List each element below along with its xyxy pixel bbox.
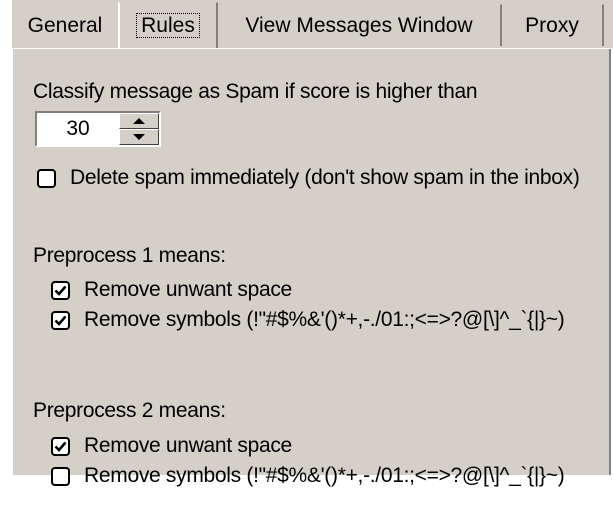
pre2-remove-symbols-label: Remove symbols (!"#$%&'()*+,-./01:;<=>?@… bbox=[84, 464, 565, 487]
delete-spam-option[interactable]: Delete spam immediately (don't show spam… bbox=[37, 165, 580, 191]
pre1-remove-symbols-label: Remove symbols (!"#$%&'()*+,-./01:;<=>?@… bbox=[84, 308, 565, 331]
tab-rules[interactable]: Rules bbox=[118, 2, 218, 48]
tab-view-messages-window[interactable]: View Messages Window bbox=[218, 4, 502, 46]
pre1-remove-space-checkbox[interactable] bbox=[51, 280, 70, 300]
tab-strip: General Rules View Messages Window Proxy bbox=[12, 0, 613, 49]
tab-proxy[interactable]: Proxy bbox=[502, 4, 604, 46]
pre2-remove-symbols-option[interactable]: Remove symbols (!"#$%&'()*+,-./01:;<=>?@… bbox=[51, 463, 565, 489]
spinner-up-button[interactable] bbox=[119, 113, 159, 129]
tab-general[interactable]: General bbox=[12, 4, 120, 46]
arrow-up-icon bbox=[133, 118, 145, 124]
checkmark-icon bbox=[54, 285, 67, 296]
tab-view-messages-window-label: View Messages Window bbox=[245, 14, 473, 37]
delete-spam-label: Delete spam immediately (don't show spam… bbox=[70, 166, 580, 189]
rules-panel: Classify message as Spam if score is hig… bbox=[12, 49, 611, 487]
spam-threshold-value[interactable]: 30 bbox=[37, 113, 119, 145]
pre1-remove-space-option[interactable]: Remove unwant space bbox=[51, 277, 292, 303]
pre2-remove-space-label: Remove unwant space bbox=[84, 434, 292, 457]
tab-general-label: General bbox=[27, 14, 103, 37]
preprocess-2-heading: Preprocess 2 means: bbox=[33, 399, 226, 422]
options-dialog: General Rules View Messages Window Proxy… bbox=[0, 0, 613, 505]
pre2-remove-space-checkbox[interactable] bbox=[51, 436, 70, 456]
preprocess-1-heading: Preprocess 1 means: bbox=[33, 244, 226, 267]
checkmark-icon bbox=[54, 441, 67, 452]
classify-label: Classify message as Spam if score is hig… bbox=[33, 80, 478, 103]
pre1-remove-symbols-checkbox[interactable] bbox=[51, 310, 70, 330]
tab-proxy-label: Proxy bbox=[525, 14, 579, 37]
pre2-remove-space-option[interactable]: Remove unwant space bbox=[51, 433, 292, 459]
pre1-remove-symbols-option[interactable]: Remove symbols (!"#$%&'()*+,-./01:;<=>?@… bbox=[51, 307, 565, 333]
pre2-remove-symbols-checkbox[interactable] bbox=[51, 466, 70, 486]
checkmark-icon bbox=[54, 315, 67, 326]
tab-rules-label: Rules bbox=[136, 13, 200, 38]
spinner-buttons bbox=[119, 113, 159, 145]
delete-spam-checkbox[interactable] bbox=[37, 168, 56, 188]
spinner-down-button[interactable] bbox=[119, 129, 159, 145]
arrow-down-icon bbox=[133, 134, 145, 140]
spam-threshold-spinner[interactable]: 30 bbox=[35, 111, 161, 147]
pre1-remove-space-label: Remove unwant space bbox=[84, 278, 292, 301]
